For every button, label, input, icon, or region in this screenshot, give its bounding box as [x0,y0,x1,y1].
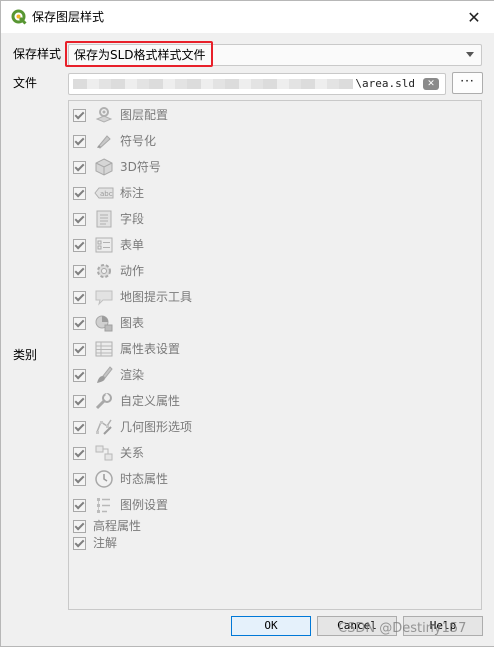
category-item[interactable]: 图例设置 [73,494,168,516]
category-item[interactable]: 属性表设置 [73,338,180,360]
file-path-value: \area.sld [355,77,415,90]
svg-text:abc: abc [100,190,113,198]
checkbox[interactable] [73,536,86,550]
checkbox[interactable] [73,186,86,200]
style-label: 保存样式 [13,47,62,61]
category-item[interactable]: 动作 [73,260,144,282]
custom-properties-icon [94,391,114,411]
title-bar: 保存图层样式 ✕ [1,1,494,33]
rendering-brush-icon [94,365,114,385]
checkbox[interactable] [73,108,86,122]
style-format-select[interactable]: 保存为SLD格式样式文件 [68,44,482,66]
category-item[interactable]: 几何图形选项 [73,416,192,438]
chevron-down-icon[interactable] [466,52,474,57]
fields-icon [94,209,114,229]
attribute-table-icon [94,339,114,359]
category-list: 图层配置 符号化 3D符号 abc 标注 字段 表单 动作 地图提示工具 图表 … [68,100,482,610]
category-item[interactable]: 表单 [73,234,144,256]
category-item[interactable]: 字段 [73,208,144,230]
window-title: 保存图层样式 [32,10,105,24]
checkbox[interactable] [73,519,86,533]
category-label: 类别 [13,348,38,362]
checkbox[interactable] [73,368,86,382]
checkbox[interactable] [73,134,86,148]
checkbox[interactable] [73,238,86,252]
style-format-value: 保存为SLD格式样式文件 [74,48,206,62]
checkbox[interactable] [73,446,86,460]
help-button[interactable]: Help [403,616,483,636]
diagram-icon [94,313,114,333]
category-item[interactable]: 注解 [73,532,117,554]
geometry-options-icon [94,417,114,437]
file-path-input[interactable]: \area.sld ✕ [68,73,446,95]
checkbox[interactable] [73,498,86,512]
category-item[interactable]: 渲染 [73,364,144,386]
checkbox[interactable] [73,316,86,330]
file-label: 文件 [13,76,38,90]
checkbox[interactable] [73,472,86,486]
checkbox[interactable] [73,394,86,408]
category-item[interactable]: 时态属性 [73,468,168,490]
checkbox[interactable] [73,290,86,304]
category-item[interactable]: 自定义属性 [73,390,180,412]
category-item[interactable]: 图层配置 [73,104,168,126]
ok-button[interactable]: OK [231,616,311,636]
category-item[interactable]: 符号化 [73,130,156,152]
checkbox[interactable] [73,264,86,278]
close-button[interactable]: ✕ [454,1,494,33]
checkbox[interactable] [73,420,86,434]
clear-icon[interactable]: ✕ [423,78,439,90]
checkbox[interactable] [73,212,86,226]
category-item[interactable]: abc 标注 [73,182,144,204]
qgis-logo-icon [11,9,27,25]
save-layer-style-dialog: 保存图层样式 ✕ 保存样式 保存为SLD格式样式文件 文件 \area.sld … [0,0,494,647]
browse-button[interactable]: ··· [452,72,483,94]
relations-icon [94,443,114,463]
clock-icon [94,469,114,489]
category-item[interactable]: 关系 [73,442,144,464]
category-item[interactable]: 图表 [73,312,144,334]
symbology-icon [94,131,114,151]
cancel-button[interactable]: Cancel [317,616,397,636]
checkbox[interactable] [73,342,86,356]
action-gear-icon [94,261,114,281]
category-item[interactable]: 地图提示工具 [73,286,192,308]
cube-3d-icon [94,157,114,177]
map-tip-icon [94,287,114,307]
category-item[interactable]: 3D符号 [73,156,161,178]
form-icon [94,235,114,255]
redacted-path [73,79,353,89]
layer-config-icon [94,105,114,125]
legend-icon [94,495,114,515]
checkbox[interactable] [73,160,86,174]
label-abc-icon: abc [94,183,114,203]
